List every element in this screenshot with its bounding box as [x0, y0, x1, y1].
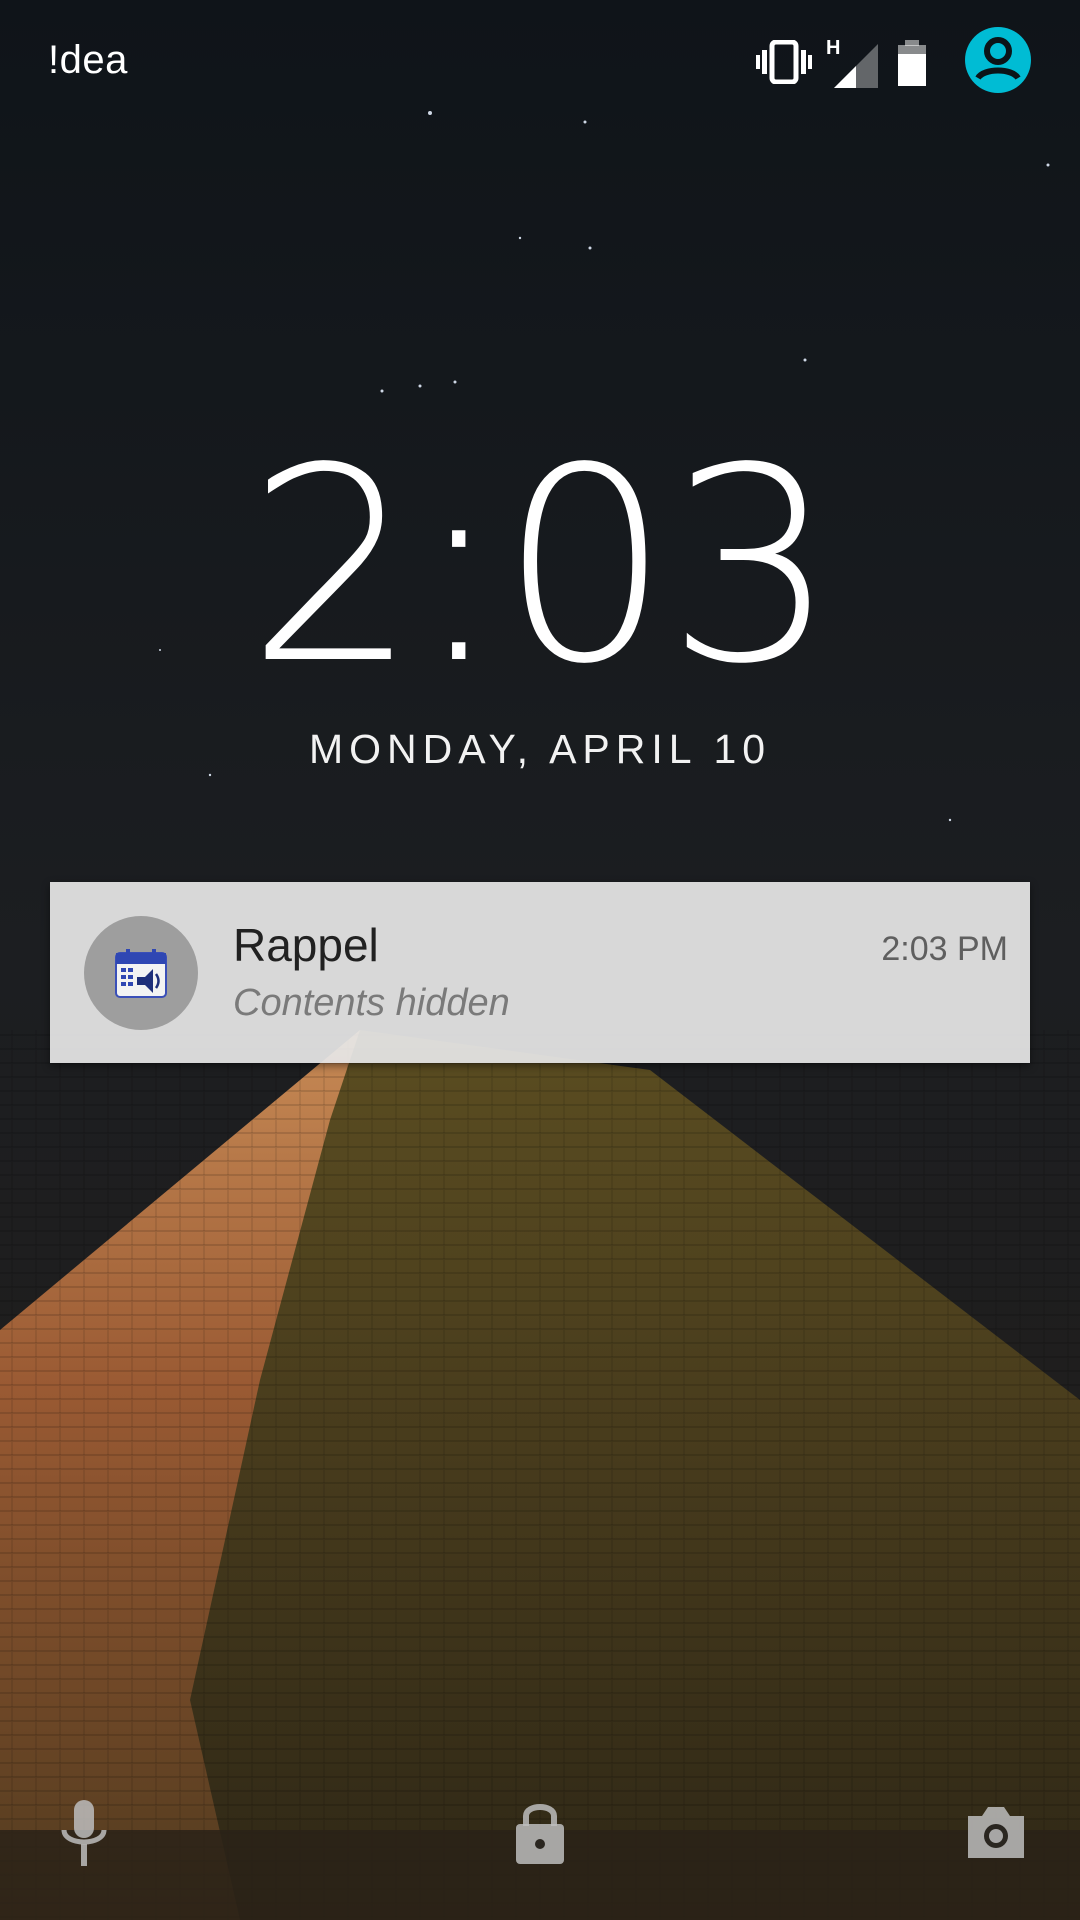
network-type-label: H: [826, 37, 840, 59]
vibrate-icon: [756, 40, 812, 84]
camera-icon[interactable]: [964, 1804, 1028, 1860]
notification-time: 2:03 PM: [881, 930, 1008, 968]
lockscreen-date: MONDAY, APRIL 10: [308, 726, 772, 772]
lock-icon[interactable]: [514, 1800, 566, 1864]
notification-text: Contents hidden: [233, 982, 510, 1024]
notification-app-icon: [84, 916, 198, 1030]
battery-icon: [898, 40, 926, 86]
signal-icon: H: [826, 37, 878, 88]
notification-card[interactable]: Rappel 2:03 PM Contents hidden: [50, 882, 1030, 1063]
status-icons: H: [756, 26, 1056, 98]
notification-title: Rappel: [233, 919, 379, 971]
status-bar: !dea H: [0, 0, 1080, 120]
mic-icon[interactable]: [60, 1800, 108, 1868]
calendar-reminder-icon: [115, 949, 167, 998]
lockscreen-clock: 2:03: [247, 411, 837, 723]
user-avatar-icon[interactable]: [964, 26, 1032, 94]
carrier-name: !dea: [48, 38, 128, 82]
